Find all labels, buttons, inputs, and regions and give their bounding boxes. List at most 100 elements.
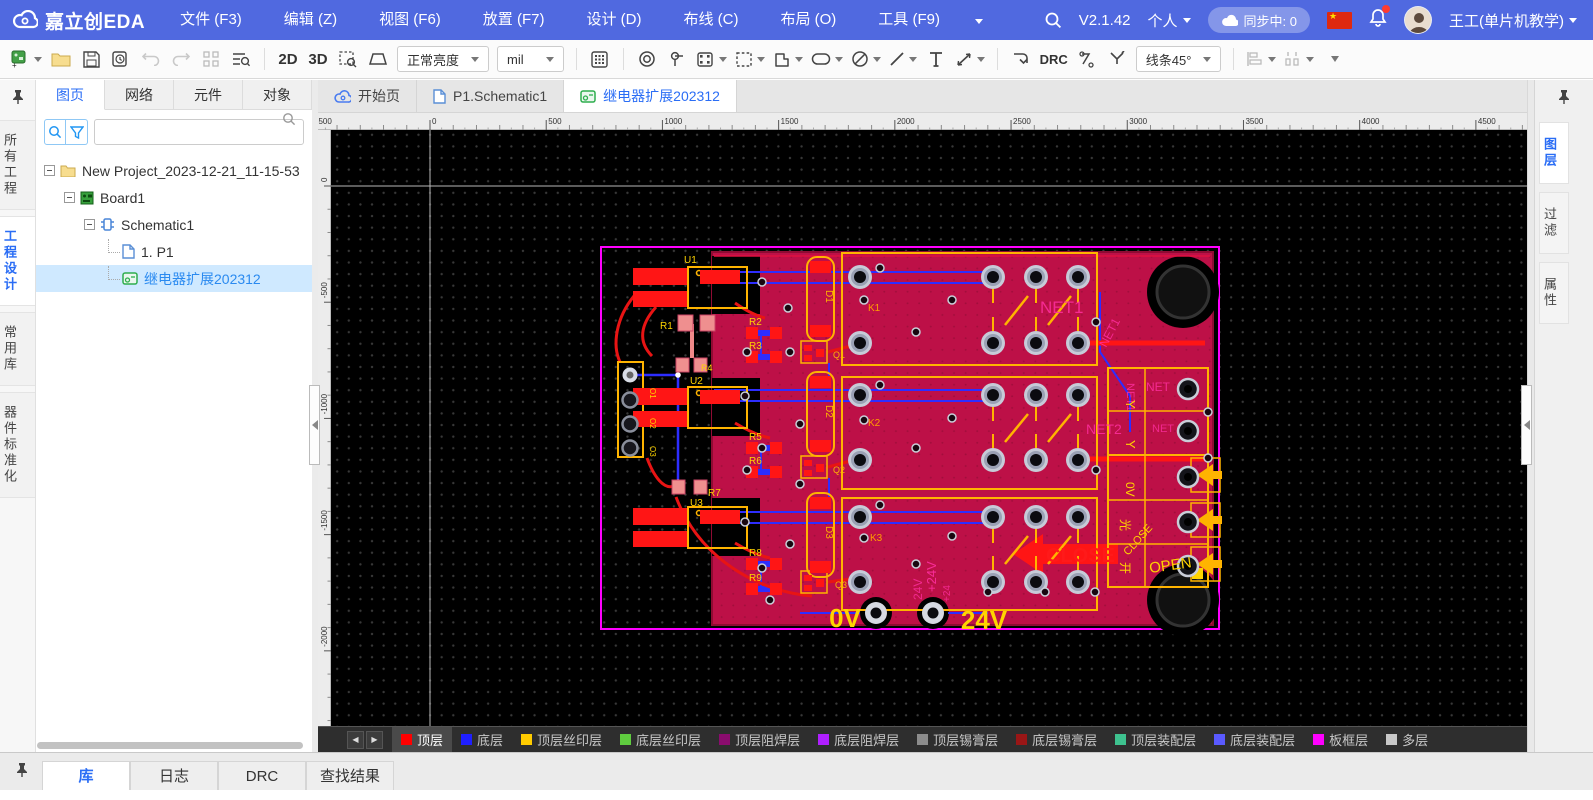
right-panel-tab-0[interactable]: 图层 <box>1539 122 1569 184</box>
pcb-editor-canvas[interactable]: -500 0 500 1000 1500 2000 2500 3000 3500 4000 4500… <box>318 113 1527 752</box>
view-3d-button[interactable]: 3D <box>304 45 332 73</box>
via-tool-button[interactable] <box>633 45 661 73</box>
sidebar-item-3[interactable]: 器件标准化 <box>0 392 35 498</box>
left-panel-pin-icon[interactable] <box>0 80 35 114</box>
tree-item-3[interactable]: 1. P1 <box>36 238 312 265</box>
unit-select[interactable]: mil <box>497 46 564 72</box>
menu-more-chevron-icon[interactable] <box>961 11 997 29</box>
view-2d-button[interactable]: 2D <box>274 45 302 73</box>
panels-layout-button[interactable] <box>197 45 225 73</box>
menu-item-0[interactable]: 文件 (F3) <box>159 0 263 40</box>
layer-chip-6[interactable]: 顶层锡膏层 <box>908 727 1007 752</box>
toolbar: + 2D 3D 正常亮度 mil DRC 线条45° <box>0 40 1593 79</box>
bottom-tab-0[interactable]: 库 <box>42 761 130 790</box>
panel-tab-1[interactable]: 网络 <box>105 80 174 110</box>
polygon-tool-button[interactable] <box>770 45 806 73</box>
topology-tool-button[interactable] <box>1103 45 1131 73</box>
doc-tab-2[interactable]: 继电器扩展202312 <box>564 80 737 112</box>
new-design-button[interactable]: + <box>8 45 45 73</box>
menu-item-5[interactable]: 布线 (C) <box>662 0 759 40</box>
pad-tool-button[interactable] <box>693 45 730 73</box>
open-folder-button[interactable] <box>47 45 75 73</box>
layer-chip-3[interactable]: 底层丝印层 <box>611 727 710 752</box>
menu-item-6[interactable]: 布局 (O) <box>759 0 857 40</box>
right-panel-tab-2[interactable]: 属性 <box>1539 262 1569 324</box>
zoom-area-button[interactable] <box>334 45 362 73</box>
tree-item-4[interactable]: 继电器扩展202312 <box>36 265 312 292</box>
app-logo[interactable]: 嘉立创EDA <box>0 7 159 34</box>
layer-chip-10[interactable]: 板框层 <box>1304 727 1377 752</box>
menu-item-4[interactable]: 设计 (D) <box>565 0 662 40</box>
align-button[interactable] <box>1243 45 1279 73</box>
dimension-tool-button[interactable] <box>952 45 988 73</box>
account-menu[interactable]: 个人 <box>1148 10 1191 31</box>
tree-expander[interactable] <box>44 165 55 176</box>
bottom-tab-3[interactable]: 查找结果 <box>306 761 394 790</box>
tree-horizontal-scrollbar[interactable] <box>37 742 309 750</box>
sidebar-item-1[interactable]: 工程设计 <box>0 216 35 306</box>
doc-tab-0[interactable]: 开始页 <box>318 80 417 112</box>
right-panel-collapse-handle[interactable] <box>1521 385 1532 465</box>
layer-scroll-left-icon[interactable]: ◀ <box>347 730 364 749</box>
tree-item-0[interactable]: New Project_2023-12-21_11-15-53 <box>36 157 312 184</box>
tree-search-button[interactable] <box>44 119 67 145</box>
layer-chip-7[interactable]: 底层锡膏层 <box>1007 727 1106 752</box>
tree-expander[interactable] <box>64 192 75 203</box>
bottom-tab-1[interactable]: 日志 <box>130 761 218 790</box>
import-change-button[interactable] <box>1007 45 1035 73</box>
line-tool-button[interactable] <box>886 45 920 73</box>
tree-search-input[interactable] <box>94 119 304 145</box>
drc-button[interactable]: DRC <box>1037 45 1071 73</box>
tree-expander[interactable] <box>84 219 95 230</box>
tree-item-1[interactable]: Board1 <box>36 184 312 211</box>
redo-button[interactable] <box>167 45 195 73</box>
pin-tool-button[interactable] <box>663 45 691 73</box>
layer-chip-2[interactable]: 顶层丝印层 <box>512 727 611 752</box>
menu-item-1[interactable]: 编辑 (Z) <box>263 0 358 40</box>
board-preview-button[interactable] <box>364 45 392 73</box>
bottom-panel-pin-icon[interactable] <box>16 762 28 782</box>
left-panel-collapse-handle[interactable] <box>309 385 320 465</box>
panel-tab-2[interactable]: 元件 <box>174 80 243 110</box>
route-tool-button[interactable] <box>1073 45 1101 73</box>
bottom-tab-2[interactable]: DRC <box>218 761 306 790</box>
sync-status-pill[interactable]: 同步中: 0 <box>1207 7 1310 33</box>
tree-filter-button[interactable] <box>66 119 88 145</box>
layer-chip-9[interactable]: 底层装配层 <box>1205 727 1304 752</box>
menu-item-2[interactable]: 视图 (F6) <box>358 0 462 40</box>
layer-scroll-right-icon[interactable]: ▶ <box>366 730 383 749</box>
grid-settings-button[interactable] <box>586 45 614 73</box>
search-list-button[interactable] <box>227 45 255 73</box>
toolbar-more-button[interactable] <box>1319 45 1347 73</box>
copper-region-tool-button[interactable] <box>732 45 768 73</box>
right-panel-tab-1[interactable]: 过滤 <box>1539 192 1569 254</box>
brightness-select[interactable]: 正常亮度 <box>397 46 490 72</box>
layer-chip-0[interactable]: 顶层 <box>392 727 453 752</box>
save-button[interactable] <box>77 45 105 73</box>
text-tool-button[interactable] <box>922 45 950 73</box>
sidebar-item-0[interactable]: 所有工程 <box>0 120 35 210</box>
right-panel-pin-icon[interactable] <box>1535 80 1593 114</box>
undo-button[interactable] <box>137 45 165 73</box>
sidebar-item-2[interactable]: 常用库 <box>0 312 35 386</box>
layer-chip-4[interactable]: 顶层阻焊层 <box>710 727 809 752</box>
save-history-button[interactable] <box>107 45 135 73</box>
search-icon[interactable] <box>1044 11 1062 29</box>
distribute-button[interactable] <box>1281 45 1317 73</box>
oval-tool-button[interactable] <box>808 45 846 73</box>
layer-chip-8[interactable]: 顶层装配层 <box>1106 727 1205 752</box>
doc-tab-1[interactable]: P1.Schematic1 <box>417 80 565 112</box>
layer-chip-11[interactable]: 多层 <box>1377 727 1437 752</box>
user-avatar[interactable] <box>1404 6 1432 34</box>
panel-tab-3[interactable]: 对象 <box>243 80 312 110</box>
notifications-bell-icon[interactable] <box>1369 5 1390 32</box>
keepout-tool-button[interactable] <box>848 45 884 73</box>
username-menu[interactable]: 王工(单片机教学) <box>1449 10 1577 31</box>
menu-item-7[interactable]: 工具 (F9) <box>857 0 961 40</box>
menu-item-3[interactable]: 放置 (F7) <box>462 0 566 40</box>
layer-chip-5[interactable]: 底层阻焊层 <box>809 727 908 752</box>
panel-tab-0[interactable]: 图页 <box>36 80 105 110</box>
tree-item-2[interactable]: Schematic1 <box>36 211 312 238</box>
line-mode-select[interactable]: 线条45° <box>1135 46 1222 72</box>
layer-chip-1[interactable]: 底层 <box>452 727 512 752</box>
